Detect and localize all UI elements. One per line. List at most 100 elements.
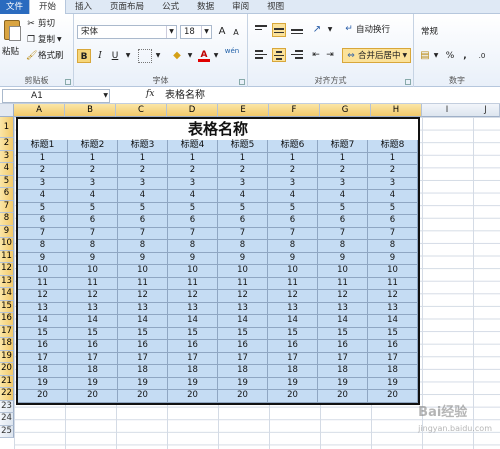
column-header[interactable]: G: [320, 104, 371, 117]
table-cell[interactable]: 7: [118, 227, 168, 241]
table-cell[interactable]: 11: [168, 277, 218, 291]
table-cell[interactable]: 3: [68, 177, 118, 191]
percent-button[interactable]: %: [444, 49, 456, 63]
table-cell[interactable]: 2: [68, 165, 118, 178]
table-cell[interactable]: 5: [268, 202, 318, 216]
table-cell[interactable]: 3: [118, 177, 168, 191]
table-cell[interactable]: 1: [368, 152, 418, 166]
table-cell[interactable]: 2: [118, 165, 168, 178]
table-cell[interactable]: 13: [118, 302, 168, 316]
table-cell[interactable]: 7: [68, 227, 118, 241]
table-cell[interactable]: 11: [268, 277, 318, 291]
paste-button[interactable]: 粘贴: [2, 18, 24, 62]
table-cell[interactable]: 4: [168, 190, 218, 203]
table-cell[interactable]: 14: [268, 315, 318, 328]
table-cell[interactable]: 13: [18, 302, 68, 316]
row-header[interactable]: 2: [0, 138, 14, 151]
table-cell[interactable]: 6: [318, 215, 368, 228]
table-cell[interactable]: 12: [318, 290, 368, 303]
table-cell[interactable]: 11: [68, 277, 118, 291]
table-cell[interactable]: 1: [318, 152, 368, 166]
italic-button[interactable]: I: [94, 49, 106, 63]
table-cell[interactable]: 6: [268, 215, 318, 228]
table-cell[interactable]: 13: [268, 302, 318, 316]
table-cell[interactable]: 17: [368, 352, 418, 366]
data-table[interactable]: 表格名称 标题1 标题2 标题3 标题4 标题5 标题6 标题7 标题8 1 1 1 1 1 1 1 1 2 2 2…: [16, 117, 420, 405]
menu-tab[interactable]: 插入: [66, 0, 101, 14]
name-box[interactable]: A1 ▼: [2, 89, 110, 103]
row-header[interactable]: 4: [0, 163, 14, 176]
table-cell[interactable]: 15: [18, 327, 68, 341]
table-cell[interactable]: 20: [218, 390, 268, 403]
menu-tab[interactable]: 文件: [0, 0, 30, 14]
table-cell[interactable]: 4: [368, 190, 418, 203]
table-cell[interactable]: 19: [218, 377, 268, 391]
table-cell[interactable]: 13: [368, 302, 418, 316]
table-cell[interactable]: 13: [168, 302, 218, 316]
table-cell[interactable]: 8: [68, 240, 118, 253]
table-header-cell[interactable]: 标题5: [218, 140, 268, 153]
table-header-cell[interactable]: 标题1: [18, 140, 68, 153]
menu-tab[interactable]: 数据: [188, 0, 223, 14]
table-cell[interactable]: 13: [218, 302, 268, 316]
table-header-cell[interactable]: 标题7: [318, 140, 368, 153]
orientation-icon[interactable]: ↗: [310, 23, 324, 37]
table-cell[interactable]: 18: [368, 365, 418, 378]
cut-button[interactable]: ✂ 剪切: [26, 18, 55, 30]
row-header[interactable]: 16: [0, 313, 14, 326]
format-painter-button[interactable]: 🖌 格式刷: [26, 50, 64, 62]
table-cell[interactable]: 18: [18, 365, 68, 378]
table-cell[interactable]: 3: [18, 177, 68, 191]
table-cell[interactable]: 15: [268, 327, 318, 341]
increase-decimal-icon[interactable]: .0: [474, 49, 490, 63]
merge-center-button[interactable]: ⇔ 合并后居中 ▼: [342, 48, 412, 63]
align-top-icon[interactable]: [254, 23, 268, 37]
column-header[interactable]: I: [422, 104, 473, 117]
table-cell[interactable]: 9: [218, 252, 268, 266]
table-cell[interactable]: 18: [218, 365, 268, 378]
table-header-cell[interactable]: 标题6: [268, 140, 318, 153]
row-header[interactable]: 18: [0, 338, 14, 351]
row-header[interactable]: 6: [0, 188, 14, 201]
table-cell[interactable]: 17: [18, 352, 68, 366]
table-cell[interactable]: 9: [68, 252, 118, 266]
table-header-cell[interactable]: 标题8: [368, 140, 418, 153]
decrease-indent-icon[interactable]: ⇤: [310, 48, 322, 62]
table-cell[interactable]: 4: [68, 190, 118, 203]
row-header[interactable]: 17: [0, 325, 14, 339]
menu-tab[interactable]: 审阅: [223, 0, 258, 14]
table-cell[interactable]: 15: [218, 327, 268, 341]
menu-tab[interactable]: 页面布局: [101, 0, 153, 14]
align-right-icon[interactable]: [290, 48, 304, 62]
table-cell[interactable]: 12: [368, 290, 418, 303]
fill-color-icon[interactable]: ◆: [170, 49, 184, 63]
table-cell[interactable]: 3: [368, 177, 418, 191]
row-header[interactable]: 10: [0, 238, 14, 251]
table-cell[interactable]: 18: [68, 365, 118, 378]
table-cell[interactable]: 8: [218, 240, 268, 253]
table-cell[interactable]: 20: [318, 390, 368, 403]
table-cell[interactable]: 4: [118, 190, 168, 203]
comma-button[interactable]: ,: [460, 49, 470, 63]
table-cell[interactable]: 4: [318, 190, 368, 203]
table-cell[interactable]: 1: [218, 152, 268, 166]
table-cell[interactable]: 3: [168, 177, 218, 191]
table-header-cell[interactable]: 标题4: [168, 140, 218, 153]
table-cell[interactable]: 10: [118, 265, 168, 278]
table-cell[interactable]: 5: [318, 202, 368, 216]
table-cell[interactable]: 14: [218, 315, 268, 328]
table-cell[interactable]: 20: [268, 390, 318, 403]
row-header[interactable]: 13: [0, 275, 14, 289]
table-cell[interactable]: 20: [18, 390, 68, 403]
table-cell[interactable]: 18: [168, 365, 218, 378]
align-bottom-icon[interactable]: [290, 23, 304, 37]
table-cell[interactable]: 20: [368, 390, 418, 403]
table-cell[interactable]: 17: [218, 352, 268, 366]
table-cell[interactable]: 18: [318, 365, 368, 378]
align-center-icon[interactable]: [272, 48, 286, 62]
table-cell[interactable]: 14: [118, 315, 168, 328]
underline-button[interactable]: U: [109, 49, 121, 63]
table-cell[interactable]: 11: [368, 277, 418, 291]
table-cell[interactable]: 12: [218, 290, 268, 303]
table-cell[interactable]: 8: [168, 240, 218, 253]
